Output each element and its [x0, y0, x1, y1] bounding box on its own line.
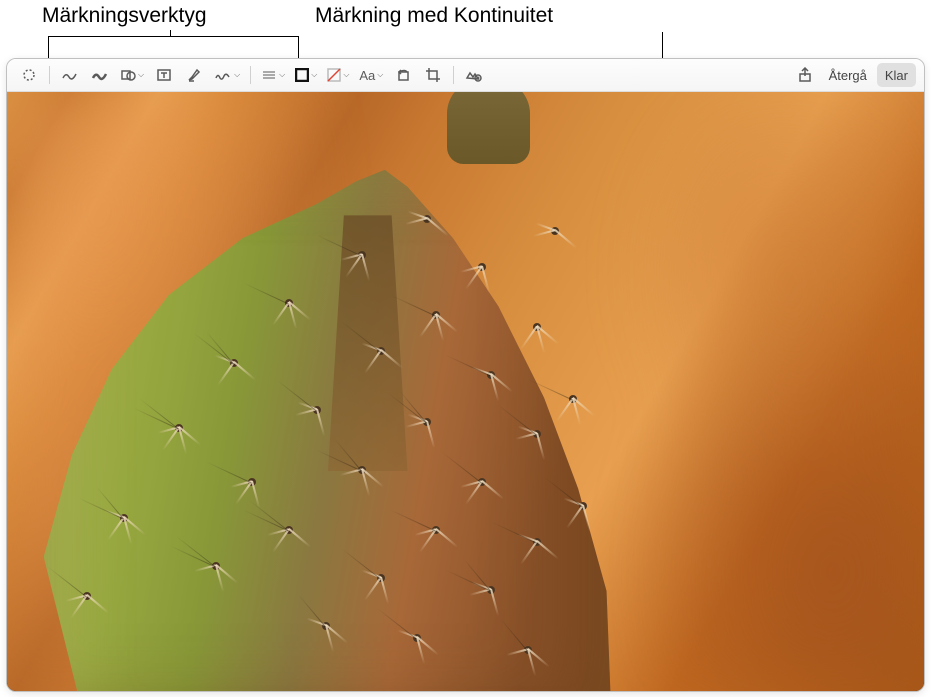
continuity-icon [465, 67, 483, 83]
line-style-icon [261, 67, 277, 83]
annotations-overlay: Märkningsverktyg Märkning med Kontinuite… [0, 0, 931, 58]
annotate-continuity-tool[interactable] [460, 63, 488, 87]
label-continuity-markup: Märkning med Kontinuitet [315, 4, 553, 28]
border-color-icon [295, 68, 309, 82]
fill-color-icon [327, 68, 341, 82]
share-icon [797, 67, 813, 83]
chevron-down-icon: ⌵ [279, 70, 285, 80]
chevron-down-icon: ⌵ [343, 70, 349, 80]
image-canvas[interactable] [7, 92, 924, 691]
sketch-icon [61, 67, 79, 83]
chevron-down-icon: ⌵ [377, 70, 383, 80]
fill-color-tool[interactable]: ⌵ [323, 63, 353, 87]
sign-tool[interactable]: ⌵ [210, 63, 244, 87]
text-style-tool[interactable]: Aa ⌵ [355, 63, 387, 87]
revert-button[interactable]: Återgå [821, 63, 875, 87]
draw-icon [91, 67, 109, 83]
selection-icon [21, 67, 37, 83]
shapes-tool[interactable]: ⌵ [116, 63, 148, 87]
border-color-tool[interactable]: ⌵ [291, 63, 321, 87]
crop-tool[interactable] [419, 63, 447, 87]
chevron-down-icon: ⌵ [138, 70, 144, 80]
toolbar-separator [49, 66, 50, 84]
rotate-icon [395, 67, 411, 83]
highlight-icon [186, 67, 202, 83]
callout-line [298, 36, 299, 60]
callout-line [662, 32, 663, 60]
revert-label: Återgå [829, 68, 867, 83]
draw-tool[interactable] [86, 63, 114, 87]
signature-icon [214, 67, 232, 83]
callout-line [48, 36, 298, 37]
text-style-label: Aa [359, 68, 375, 83]
done-label: Klar [885, 68, 908, 83]
shape-style-tool[interactable]: ⌵ [257, 63, 289, 87]
chevron-down-icon: ⌵ [311, 70, 317, 80]
toolbar-separator [250, 66, 251, 84]
callout-line [170, 30, 171, 36]
crop-icon [425, 67, 441, 83]
markup-toolbar: ⌵ ⌵ ⌵ ⌵ ⌵ Aa ⌵ [7, 59, 924, 92]
sketch-tool[interactable] [56, 63, 84, 87]
selection-tool[interactable] [15, 63, 43, 87]
shapes-icon [120, 67, 136, 83]
rotate-tool[interactable] [389, 63, 417, 87]
share-button[interactable] [791, 63, 819, 87]
markup-window: ⌵ ⌵ ⌵ ⌵ ⌵ Aa ⌵ [6, 58, 925, 692]
label-markup-tools: Märkningsverktyg [42, 4, 207, 28]
callout-line [48, 36, 49, 60]
chevron-down-icon: ⌵ [234, 70, 240, 80]
text-tool[interactable] [150, 63, 178, 87]
highlight-tool[interactable] [180, 63, 208, 87]
text-box-icon [156, 67, 172, 83]
toolbar-separator [453, 66, 454, 84]
done-button[interactable]: Klar [877, 63, 916, 87]
photo-content [7, 92, 924, 691]
